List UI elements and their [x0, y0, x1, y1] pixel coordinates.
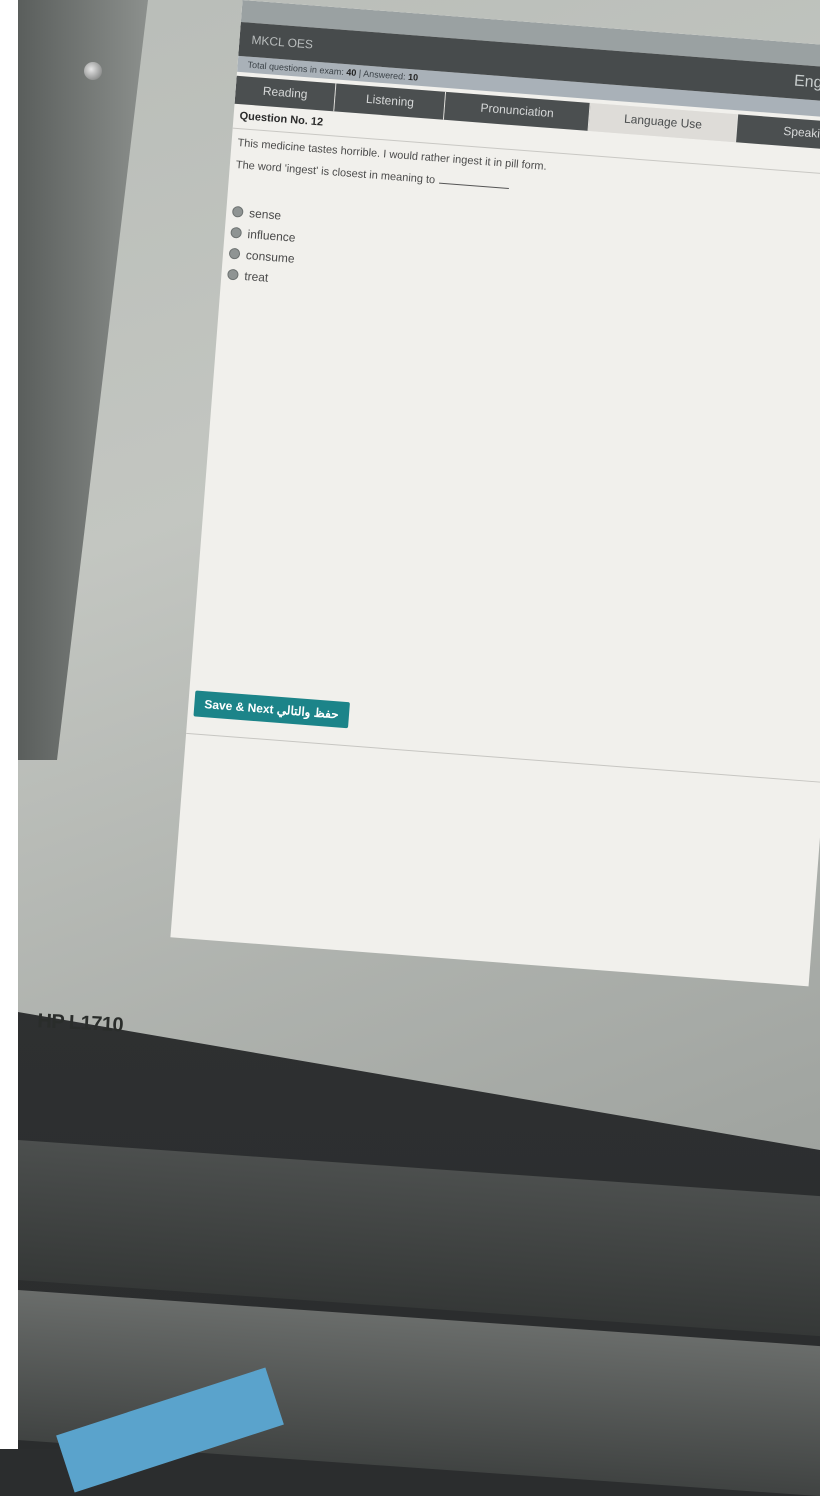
radio-icon[interactable] — [228, 247, 241, 260]
app-name: MKCL OES — [250, 32, 314, 52]
answered-label: Answered: — [362, 68, 407, 82]
stats-separator: | — [358, 68, 362, 79]
total-count: 40 — [346, 67, 357, 78]
monitor-screen-wrap: MKCL OES Eng102_F Total questions in exa… — [0, 0, 820, 1105]
option-label: sense — [248, 205, 282, 223]
save-next-button[interactable]: Save & Next حفظ والتالي — [193, 690, 350, 729]
exam-screen: MKCL OES Eng102_F Total questions in exa… — [170, 0, 820, 987]
radio-icon[interactable] — [230, 226, 243, 239]
option-label: treat — [243, 268, 269, 285]
exam-code: Eng102_F — [793, 72, 820, 96]
answered-count: 10 — [407, 71, 419, 83]
radio-icon[interactable] — [231, 205, 244, 218]
option-label: influence — [247, 226, 297, 245]
radio-icon[interactable] — [227, 268, 239, 281]
footer-divider — [186, 732, 820, 783]
option-label: consume — [245, 247, 296, 266]
